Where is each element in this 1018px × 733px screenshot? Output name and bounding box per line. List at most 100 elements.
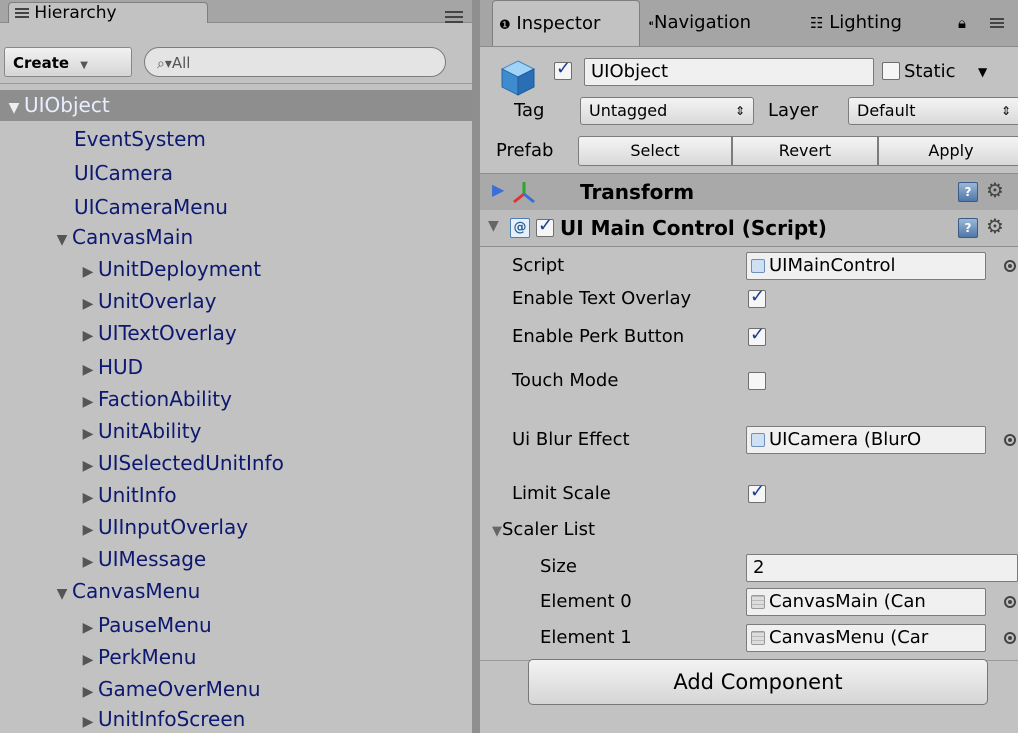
tree-item-uiinputoverlay[interactable]: ▶ UIInputOverlay [78,512,248,543]
prefab-apply-button[interactable]: Apply [878,136,1018,166]
element0-object-field[interactable]: CanvasMain (Can [746,588,986,616]
expanded-arrow-icon[interactable]: ▼ [52,225,72,256]
limit-scale-checkbox[interactable] [748,481,766,503]
tag-dropdown[interactable]: Untagged ⇕ [580,97,754,125]
collapsed-arrow-icon[interactable]: ▶ [78,707,98,733]
collapsed-arrow-icon[interactable]: ▶ [78,257,98,288]
static-checkbox[interactable] [882,62,900,80]
perk-button-label: Enable Perk Button [512,326,685,347]
panel-splitter[interactable] [472,0,480,733]
gear-icon[interactable]: ⚙ [986,178,1004,202]
static-label: Static [904,61,956,82]
collapsed-arrow-icon[interactable]: ▶ [78,547,98,578]
script-asset-icon [751,433,765,447]
collapsed-arrow-icon[interactable]: ▶ [78,515,98,546]
tree-item-uimessage[interactable]: ▶ UIMessage [78,544,207,578]
lock-icon[interactable]: 🔒︎ [958,0,966,46]
blur-field-box: UICamera (BlurO [746,426,986,454]
tree-item-label: PerkMenu [98,645,197,669]
tree-item-label: UnitDeployment [98,257,262,281]
tree-item-hud[interactable]: ▶ HUD [78,352,143,383]
tree-item-unitdeployment[interactable]: ▶ UnitDeployment [78,254,261,285]
collapsed-arrow-icon[interactable]: ▶ [78,355,98,386]
tree-item-canvasmain[interactable]: ▼ CanvasMain [52,222,194,256]
transform-axis-icon [513,182,535,204]
tree-item-pausemenu[interactable]: ▶ PauseMenu [78,610,212,641]
active-checkbox[interactable] [554,58,572,80]
touch-mode-checkbox[interactable] [748,372,766,390]
script-asset-icon [751,259,765,273]
tree-item-uicamera[interactable]: UICamera [74,158,173,189]
tree-item-label: UnitInfo [98,483,177,507]
tree-item-label: UISelectedUnitInfo [98,451,284,475]
tree-item-unitability[interactable]: ▶ UnitAbility [78,416,202,450]
inspector-options-menu-icon[interactable] [990,18,1004,29]
text-overlay-checkbox[interactable] [748,286,766,308]
expanded-arrow-icon[interactable]: ▼ [52,579,72,610]
tree-item-uicameramenu[interactable]: UICameraMenu [74,192,228,223]
tree-item-unitoverlay[interactable]: ▶ UnitOverlay [78,286,217,320]
tree-item-uitextoverlay[interactable]: ▶ UITextOverlay [78,318,237,349]
element1-field-box: CanvasMenu (Car [746,624,986,652]
script-object-field[interactable]: UIMainControl [746,252,986,280]
collapsed-arrow-icon[interactable]: ▶ [78,613,98,644]
collapsed-arrow-icon[interactable]: ▶ [78,483,98,514]
tree-item-perkmenu[interactable]: ▶ PerkMenu [78,642,197,676]
tag-value: Untagged [589,101,668,120]
tree-item-unitinfo[interactable]: ▶ UnitInfo [78,480,177,511]
touch-mode-label: Touch Mode [512,370,619,391]
object-picker-icon[interactable] [1004,260,1016,272]
canvas-asset-icon [751,631,765,645]
object-picker-icon[interactable] [1004,596,1016,608]
help-book-icon[interactable]: ? [958,182,978,202]
blur-effect-label: Ui Blur Effect [512,429,630,450]
tree-item-factionability[interactable]: ▶ FactionAbility [78,384,232,415]
perk-button-checkbox[interactable] [748,324,766,346]
layer-dropdown[interactable]: Default ⇕ [848,97,1018,125]
static-dropdown-arrow-icon[interactable]: ▼ [978,57,987,87]
tree-item-gameovermenu[interactable]: ▶ GameOverMenu [78,674,261,705]
hierarchy-options-menu-icon[interactable] [445,10,463,23]
create-dropdown-button[interactable]: Create ▼ [4,47,132,77]
add-component-button[interactable]: Add Component [528,659,988,705]
tab-label: Navigation [654,12,752,33]
text-overlay-label: Enable Text Overlay [512,288,692,309]
hierarchy-search-input[interactable]: ⌕▾All [144,47,446,77]
foldout-expanded-icon[interactable]: ▼ [488,218,499,234]
help-book-icon[interactable]: ? [958,218,978,238]
object-picker-icon[interactable] [1004,434,1016,446]
gear-icon[interactable]: ⚙ [986,214,1004,238]
collapsed-arrow-icon[interactable]: ▶ [78,645,98,676]
tab-lighting[interactable]: ☷ Lighting [810,0,902,46]
tab-inspector[interactable]: ❶ Inspector [492,0,640,46]
expanded-arrow-icon[interactable]: ▼ [4,93,24,124]
tab-hierarchy[interactable]: Hierarchy [8,2,208,23]
prefab-revert-button[interactable]: Revert [732,136,878,166]
collapsed-arrow-icon[interactable]: ▶ [78,387,98,418]
element1-object-field[interactable]: CanvasMenu (Car [746,624,986,652]
scaler-list-foldout[interactable]: ▼Scaler List [492,515,595,547]
tree-item-uiselectedunitinfo[interactable]: ▶ UISelectedUnitInfo [78,448,284,479]
updown-arrow-icon: ⇕ [734,104,745,118]
size-input[interactable]: 2 [746,554,1018,582]
tree-item-unitinfoscreen[interactable]: ▶ UnitInfoScreen [78,704,246,733]
object-picker-icon[interactable] [1004,632,1016,644]
transform-component-header[interactable]: ▶ Transform ? ⚙ [480,173,1018,211]
tree-item-label: GameOverMenu [98,677,261,701]
component-enabled-checkbox[interactable] [536,215,554,237]
collapsed-arrow-icon[interactable]: ▶ [78,419,98,450]
tree-item-eventsystem[interactable]: EventSystem [74,124,206,155]
element1-value: CanvasMenu (Car [769,627,929,648]
object-name-input[interactable]: UIObject [584,58,874,86]
tree-item-uiobject[interactable]: ▼ UIObject [4,90,110,121]
prefab-select-button[interactable]: Select [578,136,732,166]
blur-effect-object-field[interactable]: UICamera (BlurO [746,426,986,454]
foldout-collapsed-icon[interactable]: ▶ [492,180,504,199]
collapsed-arrow-icon[interactable]: ▶ [78,321,98,352]
collapsed-arrow-icon[interactable]: ▶ [78,451,98,482]
collapsed-arrow-icon[interactable]: ▶ [78,289,98,320]
script-component-header[interactable]: ▼ @ UI Main Control (Script) ? ⚙ [480,210,1018,247]
foldout-expanded-icon[interactable]: ▼ [492,524,502,539]
tree-item-canvasmenu[interactable]: ▼ CanvasMenu [52,576,201,610]
tab-navigation[interactable]: ⁌Navigation [648,0,751,46]
